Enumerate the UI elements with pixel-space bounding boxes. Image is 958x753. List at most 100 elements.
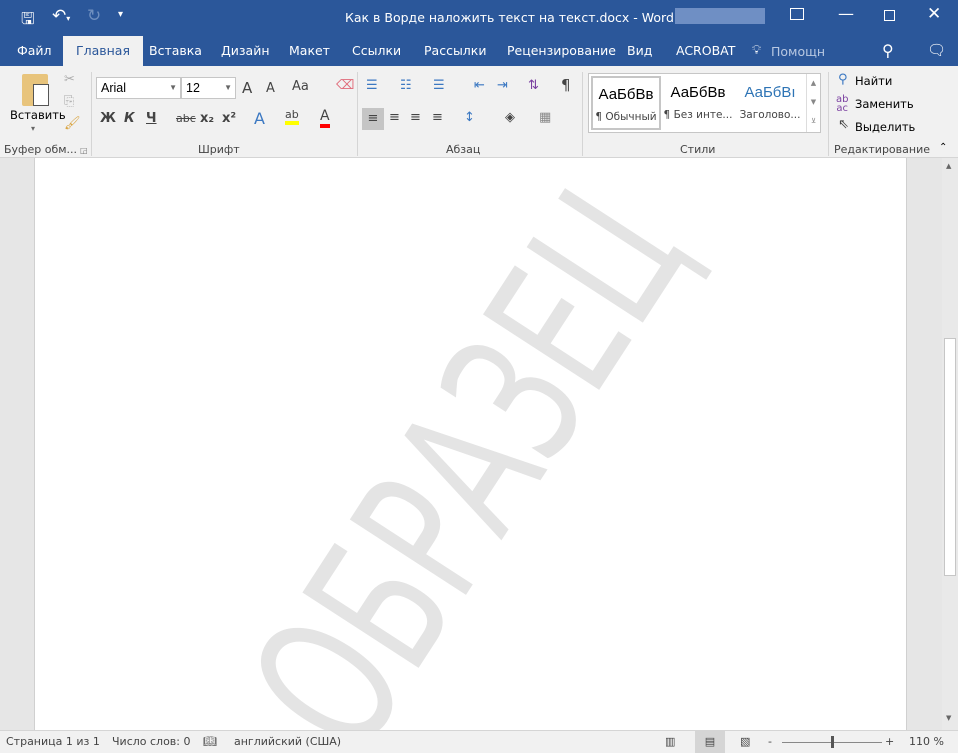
clipboard-group-label: Буфер обм... — [4, 143, 78, 156]
word-count[interactable]: Число слов: 0 — [112, 735, 191, 748]
replace-icon: ab ac — [836, 94, 849, 114]
bullets-icon[interactable]: ☰ — [366, 78, 378, 93]
paragraph-group-label: Абзац — [446, 143, 481, 156]
tab-home[interactable]: Главная — [63, 36, 143, 66]
styles-group-label: Стили — [680, 143, 716, 156]
page-count[interactable]: Страница 1 из 1 — [6, 735, 100, 748]
tab-design[interactable]: Дизайн — [208, 36, 283, 66]
tab-acrobat[interactable]: ACROBAT — [663, 36, 748, 66]
increase-indent-icon[interactable]: ⇥ — [497, 78, 508, 93]
subscript-button[interactable]: x₂ — [200, 111, 214, 126]
zoom-in-button[interactable]: + — [885, 735, 894, 748]
watermark: ОБРАЗЕЦ — [209, 158, 727, 730]
format-painter-icon[interactable]: 🖌︎ — [64, 116, 81, 131]
chevron-down-icon: ▼ — [224, 83, 232, 92]
scroll-thumb[interactable] — [944, 338, 956, 576]
line-spacing-icon[interactable]: ↕ — [464, 110, 475, 125]
dialog-launcher-icon[interactable]: ◲ — [80, 146, 88, 155]
scroll-down-icon[interactable]: ▼ — [946, 714, 951, 722]
font-size-input[interactable]: 12 ▼ — [181, 77, 236, 99]
undo-icon[interactable]: ↶▾ — [52, 6, 70, 26]
replace-button[interactable]: Заменить — [855, 97, 914, 111]
collapse-ribbon-icon[interactable]: ⌃ — [939, 142, 947, 153]
ribbon: Вставить ▾ ✂ ⎘ 🖌︎ Буфер обм... ◲ Arial ▼ … — [0, 66, 958, 158]
ribbon-display-icon[interactable] — [790, 8, 804, 20]
strikethrough-button[interactable]: abc — [176, 112, 196, 125]
multilevel-list-icon[interactable]: ☰ — [433, 78, 445, 93]
sort-icon[interactable]: ⇅ — [528, 78, 539, 93]
tab-references[interactable]: Ссылки — [339, 36, 414, 66]
document-page[interactable]: ОБРАЗЕЦ — [34, 158, 907, 730]
align-center-icon[interactable]: ≡ — [389, 110, 400, 125]
clear-formatting-icon[interactable]: ⌫ — [336, 78, 354, 93]
search-icon: ⚲ — [838, 72, 848, 87]
editing-group-label: Редактирование — [834, 143, 930, 156]
lightbulb-icon: 💡︎ — [752, 43, 762, 58]
save-icon[interactable]: 🖫 — [21, 8, 35, 35]
underline-button[interactable]: Ч — [146, 111, 157, 126]
paste-icon[interactable] — [22, 74, 49, 106]
justify-icon[interactable]: ≡ — [432, 110, 443, 125]
numbering-icon[interactable]: ☷ — [400, 78, 412, 93]
grow-font-button[interactable]: A — [242, 79, 252, 97]
shading-icon[interactable]: ◈ — [505, 110, 515, 125]
styles-scroll[interactable]: ▲ ▼ ⊻ — [806, 74, 820, 132]
decrease-indent-icon[interactable]: ⇤ — [474, 78, 485, 93]
align-left-icon[interactable]: ≡ — [362, 108, 384, 130]
tab-layout[interactable]: Макет — [276, 36, 343, 66]
show-formatting-button[interactable]: ¶ — [561, 76, 571, 94]
tab-file[interactable]: Файл — [4, 36, 65, 66]
chevron-down-icon: ▼ — [169, 83, 177, 92]
cut-icon[interactable]: ✂ — [64, 72, 75, 87]
tab-view[interactable]: Вид — [614, 36, 665, 66]
style-normal[interactable]: АаБбВв ¶ Обычный — [591, 76, 661, 130]
tab-review[interactable]: Рецензирование — [494, 36, 629, 66]
align-right-icon[interactable]: ≡ — [410, 110, 421, 125]
status-bar: Страница 1 из 1 Число слов: 0 📖︎ английс… — [0, 730, 958, 753]
style-heading-1[interactable]: АаБбВı Заголово... — [735, 80, 805, 136]
change-case-button[interactable]: Aa — [292, 79, 309, 94]
find-button[interactable]: Найти — [855, 74, 892, 88]
comments-icon[interactable]: 🗨︎ — [927, 41, 946, 59]
copy-icon[interactable]: ⎘ — [64, 94, 74, 109]
maximize-icon[interactable] — [884, 10, 895, 21]
superscript-button[interactable]: x² — [222, 111, 236, 126]
watermark-text: ОБРАЗЕЦ — [209, 158, 727, 730]
redo-icon[interactable]: ↻ — [87, 6, 101, 26]
shrink-font-button[interactable]: A — [266, 81, 275, 96]
minimize-icon[interactable]: — — [838, 4, 854, 23]
share-icon[interactable]: ⚲ — [882, 41, 894, 60]
ribbon-tabs: Файл Главная Вставка Дизайн Макет Ссылки… — [0, 36, 958, 66]
font-group-label: Шрифт — [198, 143, 240, 156]
zoom-out-button[interactable]: - — [768, 735, 772, 748]
paste-dropdown-icon[interactable]: ▾ — [31, 124, 35, 133]
zoom-slider-thumb[interactable] — [831, 736, 834, 748]
customize-qat-icon[interactable]: ▾ — [118, 9, 123, 20]
text-effects-button[interactable]: A — [254, 109, 265, 128]
language[interactable]: английский (США) — [234, 735, 341, 748]
print-layout-icon[interactable]: ▤ — [695, 731, 725, 753]
zoom-level[interactable]: 110 % — [909, 735, 944, 748]
document-area: ОБРАЗЕЦ — [0, 158, 942, 730]
web-layout-icon[interactable]: ▧ — [740, 735, 750, 748]
font-name-input[interactable]: Arial ▼ — [96, 77, 181, 99]
tell-me-box[interactable]: Помощн — [771, 44, 825, 59]
font-color-button[interactable]: A — [320, 108, 330, 128]
paste-button[interactable]: Вставить — [10, 108, 66, 122]
style-no-spacing[interactable]: АаБбВв ¶ Без инте... — [663, 80, 733, 136]
scroll-up-icon[interactable]: ▲ — [946, 162, 951, 170]
window-title: Как в Ворде наложить текст на текст.docx… — [345, 10, 674, 25]
tab-insert[interactable]: Вставка — [136, 36, 215, 66]
borders-icon[interactable]: ▦ — [539, 110, 551, 125]
vertical-scrollbar[interactable]: ▲ ▼ — [942, 158, 958, 730]
tab-mailings[interactable]: Рассылки — [411, 36, 499, 66]
bold-button[interactable]: Ж — [100, 111, 116, 126]
title-bar: 🖫 ↶▾ ↻ ▾ Как в Ворде наложить текст на т… — [0, 0, 958, 36]
blurred-account — [675, 8, 765, 24]
italic-button[interactable]: К — [124, 111, 135, 126]
select-button[interactable]: Выделить — [855, 120, 915, 134]
proofing-icon[interactable]: 📖︎ — [203, 735, 217, 748]
highlight-button[interactable]: ab — [285, 108, 299, 125]
close-icon[interactable]: ✕ — [927, 4, 941, 24]
read-mode-icon[interactable]: ▥ — [665, 735, 675, 748]
